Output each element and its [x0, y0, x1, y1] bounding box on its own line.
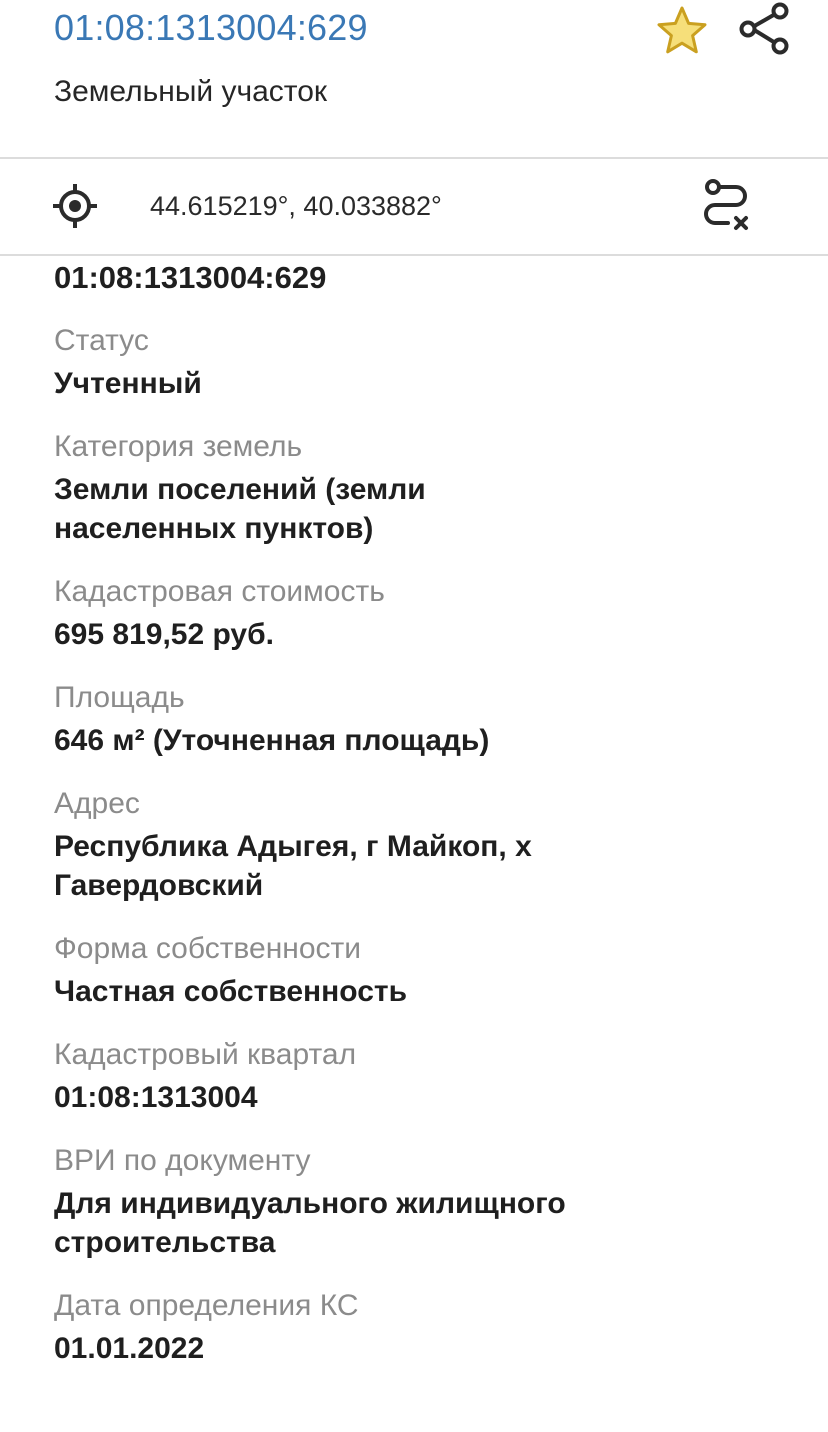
field-label: ВРИ по документу: [54, 1144, 311, 1177]
favorite-button[interactable]: [654, 4, 710, 58]
coordinates-text[interactable]: 44.615219°, 40.033882°: [150, 189, 442, 223]
field-value: Республика Адыгея, г Майкоп, х Гавердовск…: [54, 830, 532, 902]
field-value: Частная собственность: [54, 975, 408, 1008]
cadastral-number: 01:08:1313004:629: [54, 260, 327, 295]
share-button[interactable]: [736, 0, 794, 58]
field-value: 01:08:1313004: [54, 1081, 258, 1114]
field-label: Категория земель: [54, 430, 303, 463]
share-icon: [739, 2, 789, 55]
details-panel: 01:08:1313004:629 Статус Учтенный Катего…: [54, 256, 794, 1393]
field-label: Кадастровая стоимость: [54, 575, 385, 608]
field-value: 695 819,52 руб.: [54, 618, 274, 651]
star-icon: [657, 6, 707, 54]
card-header: 01:08:1313004:629 Земельный участок: [0, 0, 828, 159]
field-label: Адрес: [54, 787, 140, 820]
field-ownership: Форма собственности Частная собственност…: [54, 930, 794, 1011]
field-value: 646 м² (Уточненная площадь): [54, 724, 490, 757]
field-value: 01.01.2022: [54, 1332, 205, 1365]
field-label: Статус: [54, 324, 149, 357]
route-icon: [704, 179, 748, 230]
coordinates-bar: 44.615219°, 40.033882°: [0, 159, 828, 256]
locate-button[interactable]: [50, 181, 100, 231]
object-type: Земельный участок: [54, 75, 328, 108]
field-permitted-use: ВРИ по документу Для индивидуального жил…: [54, 1142, 794, 1262]
field-status: Статус Учтенный: [54, 322, 794, 403]
target-icon: [53, 184, 97, 228]
route-button[interactable]: [698, 177, 754, 233]
field-land-category: Категория земель Земли поселений (земли н…: [54, 428, 794, 548]
field-label: Кадастровый квартал: [54, 1038, 357, 1071]
field-valuation-date: Дата определения КС 01.01.2022: [54, 1287, 794, 1368]
field-cadastral-block: Кадастровый квартал 01:08:1313004: [54, 1036, 794, 1117]
object-card: 01:08:1313004:629 Земельный участок 44.6…: [0, 0, 828, 1432]
field-label: Дата определения КС: [54, 1289, 359, 1322]
field-value: Для индивидуального жилищного строительст…: [54, 1187, 566, 1259]
cadastral-number-link[interactable]: 01:08:1313004:629: [54, 8, 368, 48]
field-label: Форма собственности: [54, 932, 362, 965]
field-area: Площадь 646 м² (Уточненная площадь): [54, 679, 794, 760]
field-label: Площадь: [54, 681, 185, 714]
field-value: Учтенный: [54, 367, 202, 400]
field-value: Земли поселений (земли населенных пунктов…: [54, 473, 426, 545]
field-cadastral-value: Кадастровая стоимость 695 819,52 руб.: [54, 573, 794, 654]
field-address: Адрес Республика Адыгея, г Майкоп, х Гаве…: [54, 785, 794, 905]
